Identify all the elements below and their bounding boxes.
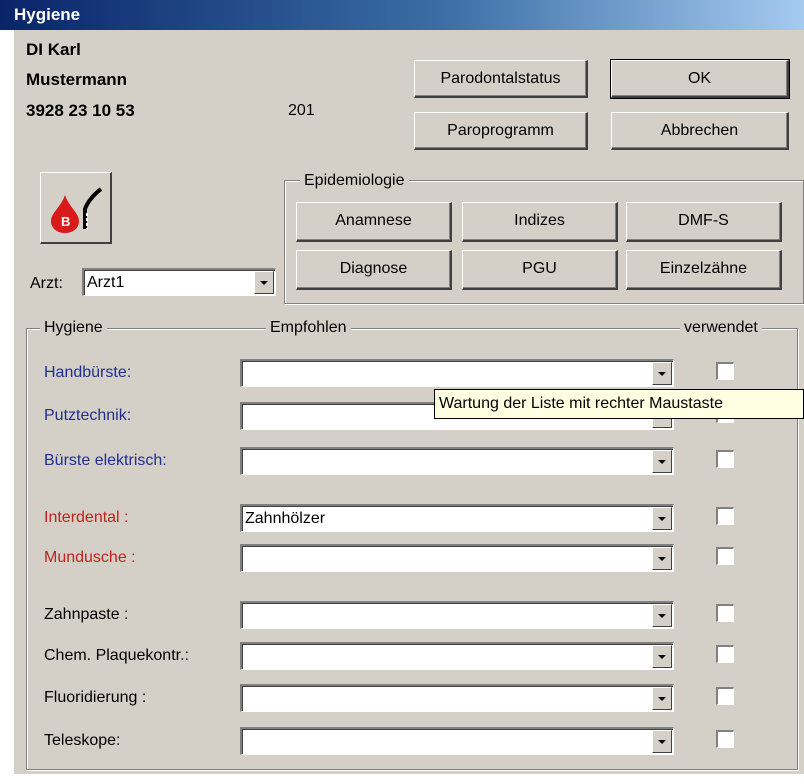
arzt-value: Arzt1 bbox=[87, 274, 125, 291]
patient-code: 201 bbox=[288, 102, 315, 119]
paroprogramm-button[interactable]: Paroprogramm bbox=[414, 112, 588, 150]
col-verwendet-header: verwendet bbox=[680, 318, 762, 338]
parodontalstatus-button[interactable]: Parodontalstatus bbox=[414, 60, 588, 98]
teleskope-verwendet-checkbox[interactable] bbox=[716, 730, 734, 748]
row-label: Zahnpaste : bbox=[44, 606, 129, 623]
chem-plaquekontr-verwendet-checkbox[interactable] bbox=[716, 645, 734, 663]
dropdown-arrow[interactable] bbox=[652, 362, 672, 385]
patient-name-line1: DI Karl bbox=[26, 40, 81, 59]
buerste-elektrisch-select[interactable] bbox=[240, 447, 674, 475]
row-label: Mundusche : bbox=[44, 549, 136, 566]
dropdown-arrow[interactable] bbox=[652, 730, 672, 753]
window-title: Hygiene bbox=[0, 0, 804, 30]
dropdown-arrow[interactable] bbox=[652, 547, 672, 570]
blood-b-icon: B bbox=[51, 187, 103, 233]
buerste-elektrisch-verwendet-checkbox[interactable] bbox=[716, 450, 734, 468]
dropdown-arrow[interactable] bbox=[652, 507, 672, 530]
arzt-dropdown-arrow[interactable] bbox=[254, 271, 274, 294]
einzelzaehne-button[interactable]: Einzelzähne bbox=[626, 250, 782, 290]
pgu-button[interactable]: PGU bbox=[462, 250, 618, 290]
arzt-select[interactable]: Arzt1 bbox=[82, 268, 276, 296]
row-label: Chem. Plaquekontr.: bbox=[44, 647, 189, 664]
interdental-verwendet-checkbox[interactable] bbox=[716, 507, 734, 525]
mundusche-verwendet-checkbox[interactable] bbox=[716, 547, 734, 565]
hygiene-window: Hygiene DI Karl Mustermann 3928 23 10 53… bbox=[0, 0, 804, 784]
anamnese-button[interactable]: Anamnese bbox=[296, 202, 452, 242]
dropdown-arrow[interactable] bbox=[652, 604, 672, 627]
dropdown-arrow[interactable] bbox=[652, 450, 672, 473]
fluoridierung-verwendet-checkbox[interactable] bbox=[716, 687, 734, 705]
fluoridierung-select[interactable] bbox=[240, 684, 674, 712]
patient-phone: 3928 23 10 53 bbox=[26, 101, 135, 120]
handbuerste-select[interactable] bbox=[240, 359, 674, 387]
arzt-label: Arzt: bbox=[30, 275, 63, 292]
mundusche-select[interactable] bbox=[240, 544, 674, 572]
col-hygiene-header: Hygiene bbox=[40, 318, 107, 338]
zahnpaste-verwendet-checkbox[interactable] bbox=[716, 604, 734, 622]
row-label: Bürste elektrisch: bbox=[44, 452, 167, 469]
row-label: Fluoridierung : bbox=[44, 689, 147, 706]
handbuerste-verwendet-checkbox[interactable] bbox=[716, 362, 734, 380]
row-label: Teleskope: bbox=[44, 732, 121, 749]
dropdown-arrow[interactable] bbox=[652, 645, 672, 668]
row-label: Putztechnik: bbox=[44, 407, 132, 424]
blood-icon-letter: B bbox=[61, 214, 70, 229]
abbrechen-button[interactable]: Abbrechen bbox=[611, 112, 789, 150]
interdental-select[interactable]: Zahnhölzer bbox=[240, 504, 674, 532]
ok-button[interactable]: OK bbox=[610, 59, 790, 99]
teleskope-select[interactable] bbox=[240, 727, 674, 755]
epidemiologie-legend: Epidemiologie bbox=[300, 171, 409, 191]
row-label: Interdental : bbox=[44, 509, 129, 526]
zahnpaste-select[interactable] bbox=[240, 601, 674, 629]
indizes-button[interactable]: Indizes bbox=[462, 202, 618, 242]
dialog-client-area: DI Karl Mustermann 3928 23 10 53 201 B A… bbox=[14, 30, 804, 774]
row-label: Handbürste: bbox=[44, 364, 132, 381]
patient-last-name: Mustermann bbox=[26, 70, 128, 89]
tooltip: Wartung der Liste mit rechter Maustaste bbox=[434, 389, 804, 419]
diagnose-button[interactable]: Diagnose bbox=[296, 250, 452, 290]
blood-icon-button[interactable]: B bbox=[40, 172, 112, 244]
dmf-s-button[interactable]: DMF-S bbox=[626, 202, 782, 242]
dropdown-arrow[interactable] bbox=[652, 687, 672, 710]
col-empfohlen-header: Empfohlen bbox=[266, 318, 351, 338]
chem-plaquekontr-select[interactable] bbox=[240, 642, 674, 670]
